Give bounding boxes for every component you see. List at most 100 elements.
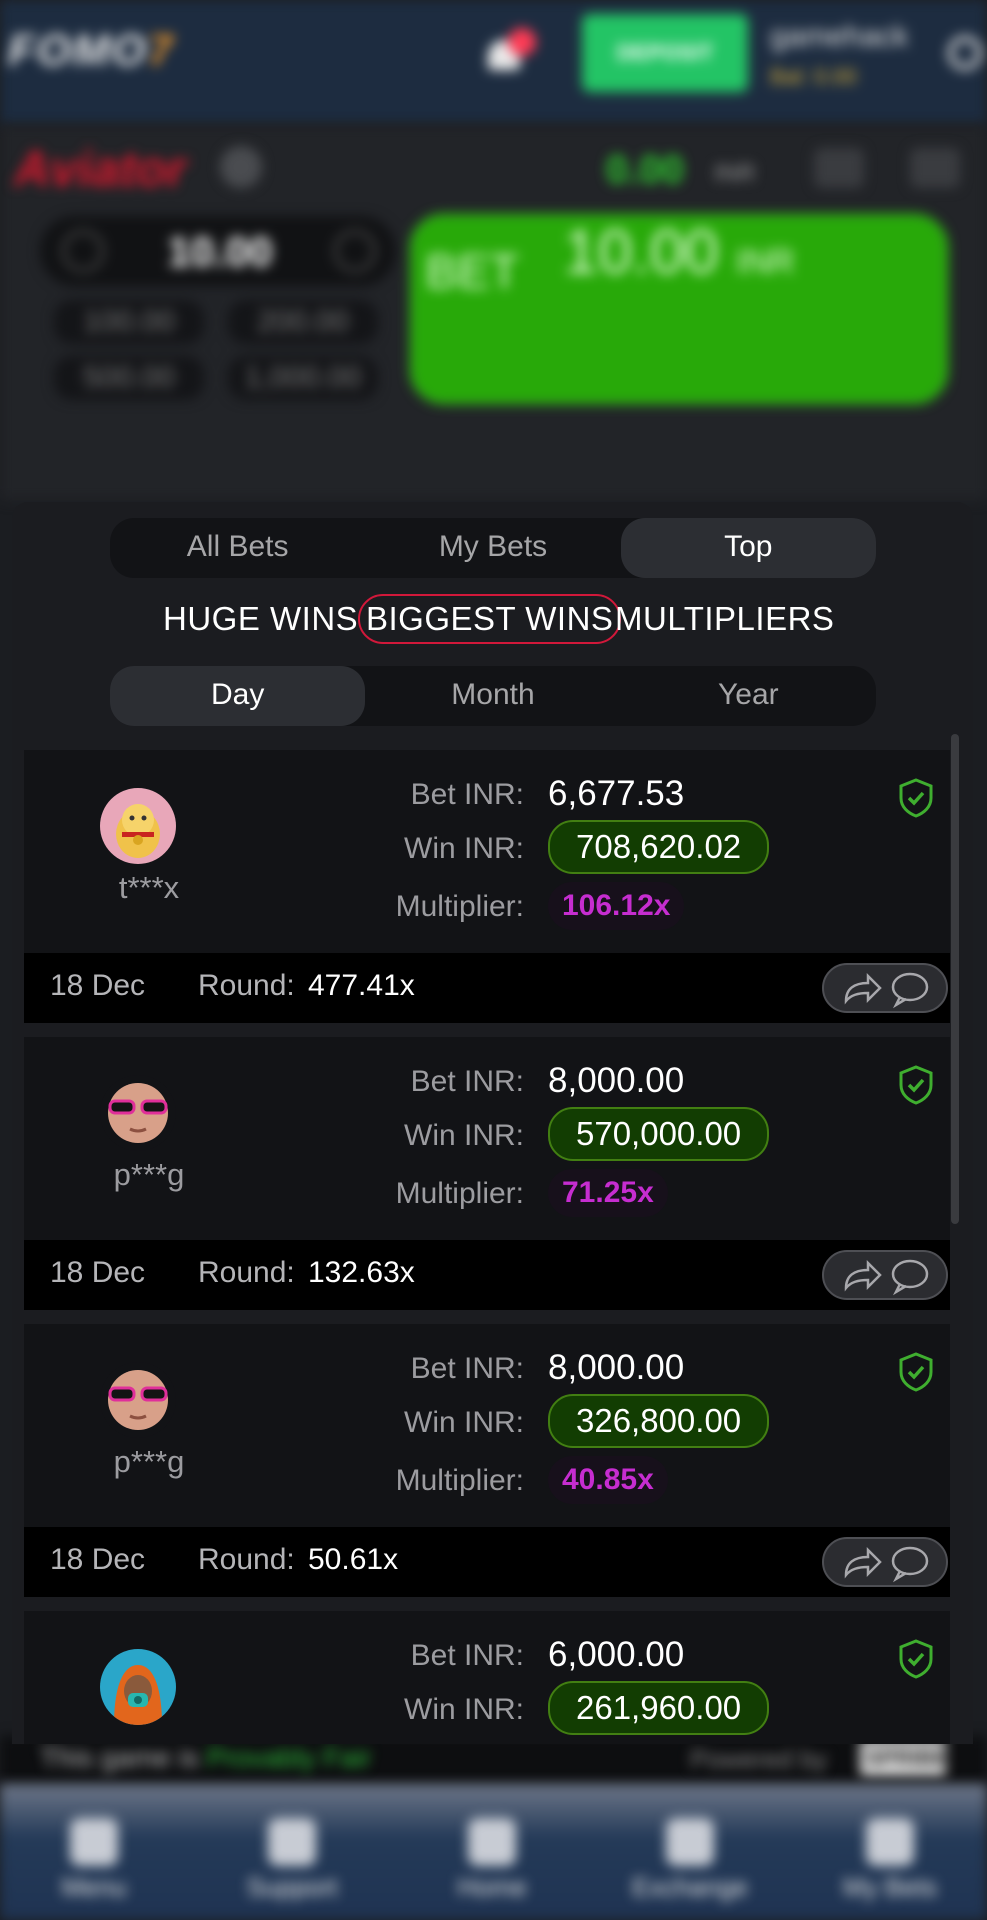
share-icon <box>844 1259 882 1292</box>
bet-button-label: BET <box>425 246 519 299</box>
notification-bell-icon[interactable] <box>484 28 536 76</box>
bet-username: t***x <box>118 870 180 905</box>
top-bets-panel: All Bets My Bets Top HUGE WINS BIGGEST W… <box>12 502 973 1744</box>
support-icon <box>268 1818 316 1866</box>
tab-my-bets[interactable]: My Bets <box>365 518 620 578</box>
bet-card: p***g Bet INR: 8,000.00 Win INR: 570,000… <box>24 1037 950 1310</box>
site-header: FOMO7 DEPOSIT gamehack Bal: 0.00 <box>0 0 987 125</box>
bets-list: t***x Bet INR: 6,677.53 Win INR: 708,620… <box>24 750 964 1744</box>
user-balance: Bal: 0.00 <box>770 64 857 89</box>
bet-card-footer: 18 Dec Round: 477.41x <box>24 953 950 1023</box>
tab-day[interactable]: Day <box>110 666 366 726</box>
win-label: Win INR: <box>404 1119 524 1152</box>
powered-by-text: Powered by <box>690 1744 828 1774</box>
round-label: Round: <box>198 1256 295 1289</box>
multiplier-value: 106.12x <box>548 882 685 930</box>
multiplier-value: 40.85x <box>548 1456 668 1504</box>
chat-icon[interactable] <box>910 148 960 188</box>
category-multipliers[interactable]: MULTIPLIERS <box>615 600 834 638</box>
notification-badge <box>508 28 536 56</box>
tab-all-bets[interactable]: All Bets <box>110 518 365 578</box>
help-icon[interactable] <box>220 146 262 188</box>
verified-shield-icon[interactable] <box>898 1352 934 1392</box>
win-label: Win INR: <box>404 1406 524 1439</box>
round-value: 477.41x <box>308 969 415 1002</box>
share-chat-button[interactable] <box>822 1250 948 1300</box>
bet-amount: 6,677.53 <box>548 774 685 813</box>
quick-amount-button[interactable]: 500.00 <box>54 356 204 400</box>
menu-nav-icon <box>70 1818 118 1866</box>
round-label: Round: <box>198 1543 295 1576</box>
round-value: 132.63x <box>308 1256 415 1289</box>
bet-label: Bet INR: <box>410 778 524 811</box>
win-amount: 570,000.00 <box>548 1107 770 1161</box>
minus-icon[interactable] <box>62 230 104 272</box>
verified-shield-icon[interactable] <box>898 1639 934 1679</box>
period-tab-bar: Day Month Year <box>110 666 876 726</box>
quick-amount-button[interactable]: 1,000.00 <box>228 356 378 400</box>
baby-sunglasses-avatar <box>100 1362 176 1438</box>
category-huge-wins[interactable]: HUGE WINS <box>163 600 358 638</box>
spribe-logo: SPRIBE <box>860 1740 948 1776</box>
nav-exchange[interactable]: Exchange <box>630 1818 750 1903</box>
bet-username: p***g <box>113 1444 185 1479</box>
plus-icon[interactable] <box>334 230 376 272</box>
win-label: Win INR: <box>404 832 524 865</box>
nav-menu[interactable]: Menu <box>34 1818 154 1903</box>
exchange-icon <box>666 1818 714 1866</box>
bet-amount: 8,000.00 <box>548 1061 685 1100</box>
stake-panel: 10.00 100.00 200.00 500.00 1,000.00 <box>40 216 396 416</box>
bet-amount: 8,000.00 <box>548 1348 685 1387</box>
win-label: Win INR: <box>404 1693 524 1726</box>
bet-card: p***g Bet INR: 8,000.00 Win INR: 326,800… <box>24 1324 950 1597</box>
site-logo[interactable]: FOMO7 <box>8 26 174 76</box>
nav-support[interactable]: Support <box>232 1818 352 1903</box>
verified-shield-icon[interactable] <box>898 778 934 818</box>
share-chat-button[interactable] <box>822 1537 948 1587</box>
share-chat-button[interactable] <box>822 963 948 1013</box>
category-biggest-wins[interactable]: BIGGEST WINS <box>358 594 622 644</box>
menu-icon[interactable] <box>814 148 864 188</box>
bet-label: Bet INR: <box>410 1352 524 1385</box>
stake-value[interactable]: 10.00 <box>160 228 280 276</box>
round-value: 50.61x <box>308 1543 399 1576</box>
baby-sunglasses-avatar <box>100 1075 176 1151</box>
multiplier-label: Multiplier: <box>395 1464 524 1497</box>
stake-input[interactable]: 10.00 <box>40 216 396 286</box>
bet-card: Bet INR: 6,000.00 Win INR: 261,960.00 <box>24 1611 950 1744</box>
round-label: Round: <box>198 969 295 1002</box>
multiplier-value: 71.25x <box>548 1169 668 1217</box>
my-bets-icon <box>866 1818 914 1866</box>
game-balance: 0.00 <box>606 148 684 192</box>
tab-year[interactable]: Year <box>621 666 876 726</box>
bet-date: 18 Dec <box>50 1256 146 1289</box>
share-icon <box>844 1546 882 1579</box>
verified-shield-icon[interactable] <box>898 1065 934 1105</box>
bet-amount: 6,000.00 <box>548 1635 685 1674</box>
multiplier-label: Multiplier: <box>395 890 524 923</box>
gear-icon[interactable] <box>948 36 982 70</box>
gas-mask-avatar <box>100 1649 176 1725</box>
provably-fair-text[interactable]: This game is Provably Fair <box>40 1742 371 1774</box>
bet-date: 18 Dec <box>50 969 146 1002</box>
nav-my-bets[interactable]: My Bets <box>830 1818 950 1903</box>
aviator-logo: Aviator <box>14 141 187 197</box>
lucky-cat-avatar <box>100 788 176 864</box>
bet-card-body: p***g Bet INR: 8,000.00 Win INR: 570,000… <box>24 1037 950 1240</box>
bet-card-footer: 18 Dec Round: 50.61x <box>24 1527 950 1597</box>
bet-card-body: t***x Bet INR: 6,677.53 Win INR: 708,620… <box>24 750 950 953</box>
bet-card: t***x Bet INR: 6,677.53 Win INR: 708,620… <box>24 750 950 1023</box>
bet-card-body: Bet INR: 6,000.00 Win INR: 261,960.00 <box>24 1611 950 1744</box>
deposit-button[interactable]: DEPOSIT <box>582 14 748 92</box>
quick-amount-button[interactable]: 100.00 <box>54 300 204 344</box>
win-amount: 261,960.00 <box>548 1681 770 1735</box>
tab-top[interactable]: Top <box>620 518 876 578</box>
quick-amount-button[interactable]: 200.00 <box>228 300 378 344</box>
game-balance-currency: INR <box>714 160 756 187</box>
bet-label: Bet INR: <box>410 1065 524 1098</box>
bet-username: p***g <box>113 1157 185 1192</box>
nav-home[interactable]: Home <box>432 1818 552 1903</box>
tab-month[interactable]: Month <box>365 666 620 726</box>
bet-button[interactable]: BET 10.00 INR <box>410 214 948 404</box>
bet-date: 18 Dec <box>50 1543 146 1576</box>
